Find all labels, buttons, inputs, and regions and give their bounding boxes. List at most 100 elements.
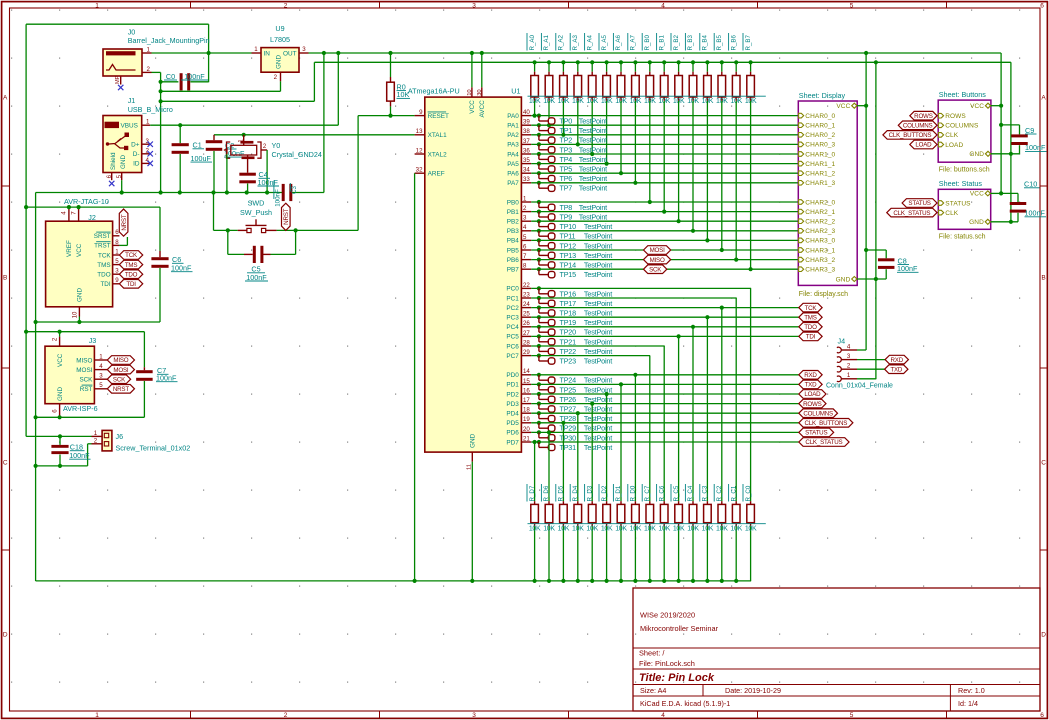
svg-text:PC4: PC4: [506, 324, 519, 331]
svg-text:TestPoint: TestPoint: [584, 270, 612, 279]
svg-text:R_D5: R_D5: [558, 485, 565, 501]
svg-text:R_C5: R_C5: [673, 485, 680, 501]
svg-text:L7805: L7805: [270, 35, 290, 44]
svg-text:16: 16: [523, 387, 530, 394]
svg-text:B: B: [1041, 274, 1045, 281]
svg-text:ATmega16A-PU: ATmega16A-PU: [408, 87, 460, 96]
svg-text:Sheet: /: Sheet: /: [639, 649, 665, 658]
svg-text:6: 6: [52, 409, 59, 413]
svg-text:TXD: TXD: [805, 382, 818, 389]
svg-text:A: A: [1041, 94, 1046, 101]
svg-text:U9: U9: [275, 24, 284, 33]
svg-text:TP24: TP24: [560, 376, 577, 385]
svg-text:VCC: VCC: [76, 243, 83, 257]
svg-text:TMS: TMS: [97, 262, 110, 269]
svg-text:TestPoint: TestPoint: [584, 232, 612, 241]
svg-text:TestPoint: TestPoint: [579, 136, 607, 145]
svg-text:PA2: PA2: [507, 132, 519, 139]
svg-text:10: 10: [72, 311, 79, 318]
svg-text:R_D2: R_D2: [601, 485, 608, 501]
svg-text:3: 3: [99, 373, 103, 380]
svg-text:AVR-JTAG-10: AVR-JTAG-10: [64, 197, 109, 206]
svg-text:CHAR2_3: CHAR2_3: [805, 228, 835, 235]
svg-text:CHAR1_3: CHAR1_3: [805, 180, 835, 187]
svg-text:GND: GND: [969, 151, 984, 158]
svg-text:TestPoint: TestPoint: [579, 174, 607, 183]
svg-text:TestPoint: TestPoint: [584, 241, 612, 250]
svg-text:3: 3: [472, 2, 476, 9]
svg-text:PA7: PA7: [507, 180, 519, 187]
svg-text:2: 2: [274, 74, 278, 81]
svg-text:R_A4: R_A4: [586, 34, 593, 50]
svg-text:C9: C9: [1025, 126, 1034, 135]
svg-text:SCK: SCK: [649, 266, 662, 273]
svg-text:4: 4: [661, 712, 665, 719]
svg-text:LOAD: LOAD: [945, 142, 963, 149]
svg-text:J4: J4: [838, 337, 846, 346]
svg-text:100nF: 100nF: [258, 178, 279, 187]
svg-text:40: 40: [523, 109, 530, 116]
svg-text:R_D6: R_D6: [543, 485, 550, 501]
svg-text:CHAR0_1: CHAR0_1: [805, 123, 835, 130]
svg-text:10: 10: [467, 89, 473, 95]
svg-text:35: 35: [523, 157, 530, 164]
svg-text:TP4: TP4: [560, 155, 573, 164]
svg-text:PB6: PB6: [507, 257, 520, 264]
svg-text:R_A5: R_A5: [601, 34, 608, 50]
svg-text:13: 13: [416, 128, 423, 135]
svg-text:SCK: SCK: [113, 376, 126, 383]
svg-text:2: 2: [52, 337, 59, 341]
svg-text:6: 6: [1040, 2, 1044, 9]
svg-text:STATUS: STATUS: [945, 200, 971, 207]
svg-text:10K: 10K: [745, 525, 757, 532]
svg-text:File: buttons.sch: File: buttons.sch: [939, 166, 990, 173]
svg-text:5: 5: [523, 234, 527, 241]
svg-text:TestPoint: TestPoint: [579, 117, 607, 126]
svg-text:2: 2: [147, 66, 151, 73]
svg-text:10K: 10K: [673, 525, 685, 532]
svg-text:9: 9: [115, 277, 119, 284]
svg-text:Sheet: Status: Sheet: Status: [939, 179, 983, 188]
svg-text:4: 4: [99, 363, 103, 370]
svg-text:R_A0: R_A0: [529, 34, 536, 50]
svg-text:COLUMNS: COLUMNS: [903, 123, 933, 130]
svg-text:Conn_01x04_Female: Conn_01x04_Female: [826, 382, 893, 389]
svg-text:PA4: PA4: [507, 151, 519, 158]
svg-text:STATUS: STATUS: [908, 200, 930, 207]
svg-text:OUT: OUT: [283, 50, 297, 57]
svg-text:TestPoint: TestPoint: [584, 443, 612, 452]
svg-text:25: 25: [523, 311, 530, 318]
svg-text:100nF: 100nF: [69, 451, 90, 460]
svg-text:TestPoint: TestPoint: [579, 184, 607, 193]
svg-text:4: 4: [847, 343, 851, 350]
svg-text:TestPoint: TestPoint: [584, 424, 612, 433]
svg-text:TestPoint: TestPoint: [584, 405, 612, 414]
svg-text:20: 20: [523, 426, 530, 433]
svg-text:TP1: TP1: [560, 126, 573, 135]
svg-text:J6: J6: [116, 432, 124, 441]
svg-text:GND: GND: [275, 55, 282, 69]
svg-text:10K: 10K: [730, 525, 742, 532]
svg-text:10K: 10K: [586, 525, 598, 532]
svg-text:TP27: TP27: [560, 405, 577, 414]
svg-text:9: 9: [419, 109, 423, 116]
svg-text:TestPoint: TestPoint: [579, 165, 607, 174]
svg-text:Mikrocontroller Seminar: Mikrocontroller Seminar: [640, 624, 719, 633]
svg-text:1: 1: [99, 353, 103, 360]
svg-text:TestPoint: TestPoint: [584, 251, 612, 260]
svg-text:PD2: PD2: [506, 391, 519, 398]
svg-text:100nF: 100nF: [171, 264, 192, 273]
svg-text:TXD: TXD: [890, 366, 903, 373]
svg-text:D-: D-: [133, 151, 140, 158]
svg-text:PC2: PC2: [506, 305, 519, 312]
svg-text:TP30: TP30: [560, 433, 577, 442]
svg-text:TP13: TP13: [560, 251, 577, 260]
svg-text:1: 1: [94, 430, 98, 437]
svg-text:PD7: PD7: [506, 439, 519, 446]
svg-text:XTAL1: XTAL1: [428, 132, 448, 139]
svg-text:PB4: PB4: [507, 238, 520, 245]
svg-text:MOSI: MOSI: [113, 367, 128, 374]
svg-text:12: 12: [416, 147, 423, 154]
svg-text:NRST: NRST: [283, 208, 290, 224]
svg-text:R_D1: R_D1: [615, 485, 622, 501]
